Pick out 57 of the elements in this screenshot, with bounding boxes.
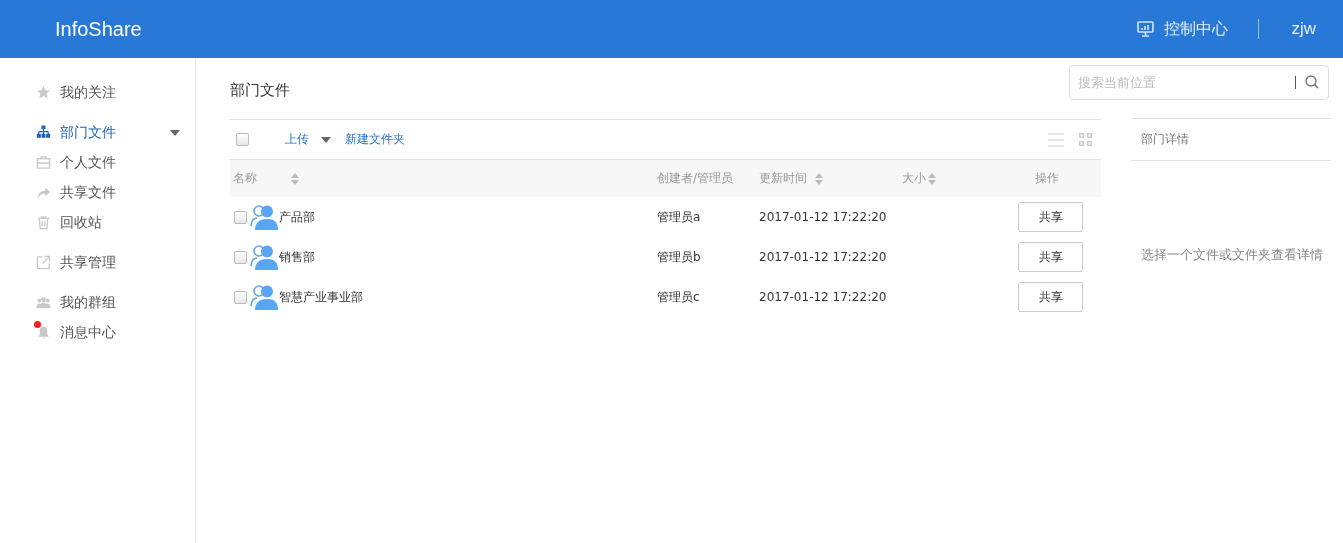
bell-icon — [36, 325, 51, 340]
sort-icon[interactable] — [291, 172, 299, 185]
sidebar-item[interactable]: 个人文件 — [36, 148, 195, 178]
search-icon[interactable] — [1305, 75, 1319, 89]
column-header: 操作 — [1034, 170, 1059, 187]
share-arrow-icon — [36, 185, 51, 200]
page-title: 部门文件 — [230, 80, 290, 100]
table-cell-text: 管理员a — [657, 208, 702, 226]
sidebar-item[interactable]: 部门文件 — [36, 118, 195, 148]
control-center-link[interactable]: 控制中心 — [1164, 18, 1229, 40]
column-header: 更新时间 — [759, 170, 807, 187]
sort-icon[interactable] — [928, 172, 936, 185]
row-checkbox[interactable] — [234, 250, 247, 264]
table-cell-text: 2017-01-12 17:22:20 — [759, 250, 888, 264]
empty-message: 选择一个文件或文件夹查看详情 — [1140, 246, 1324, 264]
sidebar-item[interactable]: 我的关注 — [36, 78, 195, 108]
sidebar-item[interactable]: 回收站 — [36, 208, 195, 238]
list-view-icon[interactable] — [1048, 132, 1064, 147]
table-cell-text: 2017-01-12 17:22:20 — [759, 210, 888, 224]
search-field[interactable]: 搜索当前位置 — [1069, 65, 1329, 100]
users-icon — [250, 244, 278, 270]
select-all-checkbox[interactable] — [236, 133, 249, 146]
briefcase-icon — [36, 155, 51, 170]
folder-name[interactable]: 产品部 — [279, 208, 315, 226]
group-icon — [36, 295, 51, 310]
share-button[interactable]: 共享 — [1018, 202, 1083, 232]
column-header: 大小 — [902, 170, 926, 187]
sort-icon[interactable] — [815, 172, 823, 185]
panel-title: 部门详情 — [1131, 118, 1331, 161]
new-folder-link[interactable]: 新建文件夹 — [345, 131, 405, 148]
sidebar-item[interactable]: 共享管理 — [36, 248, 195, 278]
sidebar-item[interactable]: 共享文件 — [36, 178, 195, 208]
share-button[interactable]: 共享 — [1018, 282, 1083, 312]
column-header: 创建者/管理员 — [657, 170, 734, 187]
users-icon — [250, 284, 278, 310]
folder-name[interactable]: 销售部 — [279, 248, 315, 266]
monitor-icon — [1137, 21, 1155, 37]
sidebar-item[interactable]: 我的群组 — [36, 288, 195, 318]
table-cell-text: 2017-01-12 17:22:20 — [759, 290, 888, 304]
row-checkbox[interactable] — [234, 290, 247, 304]
sitemap-icon — [36, 125, 51, 140]
share-button[interactable]: 共享 — [1018, 242, 1083, 272]
upload-link[interactable]: 上传 — [285, 131, 309, 148]
external-link-icon — [36, 255, 51, 270]
grid-view-icon[interactable] — [1079, 132, 1093, 147]
table-cell-text: 管理员b — [657, 248, 702, 266]
user-name[interactable]: zjw — [1291, 19, 1316, 39]
dropdown-caret-icon[interactable] — [321, 136, 331, 143]
brand-logo: InfoShare — [55, 17, 142, 41]
row-checkbox[interactable] — [234, 210, 247, 224]
sidebar-item[interactable]: 消息中心 — [36, 318, 195, 348]
folder-name[interactable]: 智慧产业事业部 — [279, 288, 363, 306]
star-icon — [36, 85, 51, 100]
table-cell-text: 管理员c — [657, 288, 701, 306]
trash-icon — [36, 215, 51, 230]
column-header: 名称 — [233, 170, 257, 187]
users-icon — [250, 204, 278, 230]
